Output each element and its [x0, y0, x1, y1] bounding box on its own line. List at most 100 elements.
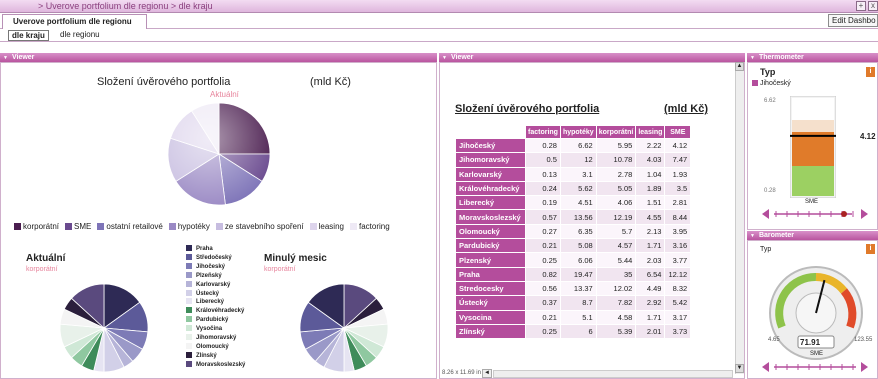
legend-swatch	[186, 271, 192, 278]
row-header[interactable]: Vysocina	[455, 309, 526, 325]
table-cell: 0.19	[525, 195, 561, 211]
table-row: Zlínský 0.25 6 5.39 2.01 3.73	[455, 323, 692, 340]
row-header[interactable]: Praha	[455, 266, 526, 282]
legend-label: Karlovarský	[196, 281, 231, 288]
scroll-left-icon[interactable]: ◄	[482, 369, 492, 378]
small-pie-right	[299, 283, 389, 373]
table-cell: 0.25	[525, 323, 561, 340]
small-right-title: Minulý mesic	[264, 253, 327, 264]
table-cell: 5.05	[595, 180, 637, 197]
legend-swatch	[186, 325, 192, 332]
row-header[interactable]: Liberecký	[455, 195, 526, 211]
row-header[interactable]: Olomoucký	[455, 223, 526, 240]
info-icon[interactable]: i	[866, 244, 875, 254]
small-left-title: Aktuální	[26, 253, 66, 264]
legend-label: Olomoucký	[196, 343, 229, 350]
legend-swatch	[186, 262, 192, 269]
thermometer-slider[interactable]	[760, 207, 870, 221]
thermometer-gauge	[790, 96, 836, 198]
column-header[interactable]: factoring	[525, 125, 561, 139]
region-legend-item: Moravskoslezský	[186, 360, 245, 370]
small-right-subtitle: korporátní	[264, 266, 296, 273]
table-cell: 3.1	[559, 166, 597, 182]
info-icon[interactable]: i	[866, 67, 875, 77]
table-cell: 5.1	[559, 309, 597, 325]
tab-dle-regionu[interactable]: dle regionu	[57, 30, 103, 41]
legend-label: Praha	[196, 246, 213, 252]
edit-dashboard-button[interactable]: Edit Dashbo	[828, 14, 878, 27]
legend-item: korporátní	[14, 222, 59, 231]
legend-label: Zlínský	[196, 352, 217, 359]
column-header[interactable]: hypotéky	[559, 125, 597, 139]
legend-label: Vysočina	[196, 326, 223, 333]
table-cell: 0.56	[525, 280, 561, 297]
row-header[interactable]: Plzenský	[455, 252, 526, 268]
maximize-button[interactable]: +	[856, 1, 866, 11]
table-cell: 12	[559, 152, 597, 168]
scroll-up-icon[interactable]: ▲	[735, 62, 744, 71]
legend-swatch	[186, 307, 192, 314]
legend-swatch	[168, 223, 176, 230]
collapse-icon[interactable]: ▼	[750, 233, 755, 239]
table-cell: 5.42	[664, 295, 692, 311]
collapse-icon[interactable]: ▼	[750, 55, 755, 61]
table-cell: 3.95	[664, 223, 692, 240]
table-cell: 0.24	[525, 180, 561, 197]
column-header[interactable]: leasing	[635, 125, 666, 139]
legend-swatch	[186, 360, 192, 367]
barometer-slider[interactable]	[760, 360, 870, 374]
table-cell: 3.16	[664, 238, 692, 254]
row-header[interactable]: Jihočeský	[455, 137, 526, 154]
legend-label: ostatní retailové	[106, 222, 163, 231]
slider-left-icon	[762, 209, 769, 219]
row-header[interactable]: Ústecký	[455, 295, 526, 311]
region-legend-item: Jihočeský	[186, 262, 245, 272]
row-header[interactable]: Pardubický	[455, 238, 526, 254]
legend-item: ze stavebního spoření	[215, 222, 304, 231]
column-header[interactable]: korporátní	[595, 125, 637, 139]
collapse-icon[interactable]: ▼	[3, 55, 8, 61]
table-cell: 2.01	[635, 323, 666, 340]
row-header[interactable]: Zlínský	[455, 323, 526, 340]
table-row: Ústecký 0.37 8.7 7.82 2.92 5.42	[455, 295, 692, 311]
table-cell: 0.57	[525, 209, 561, 225]
table-cell: 4.49	[635, 280, 666, 297]
row-header[interactable]: Královéhradecký	[455, 180, 526, 197]
table-cell: 8.32	[664, 280, 692, 297]
legend-label: hypotéky	[177, 222, 210, 231]
table-scrollbar[interactable]	[735, 62, 744, 374]
close-button[interactable]: x	[868, 1, 878, 11]
table-row: Plzenský 0.25 6.06 5.44 2.03 3.77	[455, 252, 692, 268]
tab-dle-kraju[interactable]: dle kraju	[8, 30, 49, 41]
region-legend-item: Středočeský	[186, 253, 245, 263]
scroll-down-icon[interactable]: ▼	[735, 364, 744, 373]
region-swatch	[752, 80, 758, 86]
column-header[interactable]: SME	[664, 125, 692, 139]
table-cell: 4.58	[595, 309, 637, 325]
table-cell: 13.37	[559, 280, 597, 297]
table-row: Vysocina 0.21 5.1 4.58 1.71 3.17	[455, 309, 692, 325]
region-legend-item: Vysočina	[186, 325, 245, 334]
thermometer-max: 6.62	[764, 98, 776, 104]
legend-item: ostatní retailové	[97, 222, 163, 231]
barometer-max: 123.55	[854, 337, 873, 343]
table-cell: 1.71	[635, 238, 666, 254]
table-cell: 0.37	[525, 295, 561, 311]
collapse-icon[interactable]: ▼	[442, 55, 447, 61]
legend-swatch	[186, 253, 192, 260]
table-cell: 1.89	[635, 180, 666, 197]
legend-label: korporátní	[23, 222, 60, 231]
legend-swatch	[186, 298, 192, 305]
row-header[interactable]: Karlovarský	[455, 166, 526, 182]
table-cell: 8.44	[664, 209, 692, 225]
table-cell: 19.47	[559, 266, 597, 282]
row-header[interactable]: Moravskoslezský	[455, 209, 526, 225]
table-cell: 5.95	[595, 137, 637, 154]
thermometer-value: 4.12	[860, 132, 876, 141]
tab-uverove-portfolium[interactable]: Uverove portfolium dle regionu	[2, 14, 147, 29]
row-header[interactable]: Stredocesky	[455, 280, 526, 297]
horizontal-scrollbar[interactable]	[493, 370, 733, 378]
table-cell: 3.17	[664, 309, 692, 325]
region-legend-item: Liberecký	[186, 298, 245, 307]
row-header[interactable]: Jihomoravský	[455, 152, 526, 168]
